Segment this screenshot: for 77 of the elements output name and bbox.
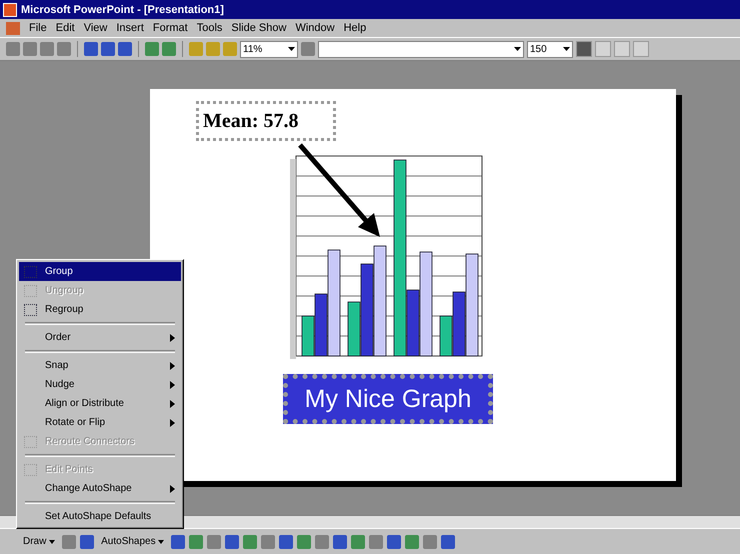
context-menu-item[interactable]: Group bbox=[19, 262, 181, 281]
toolbar-icon[interactable] bbox=[301, 42, 315, 56]
window-title: Microsoft PowerPoint - [Presentation1] bbox=[21, 4, 224, 16]
shapes-icon bbox=[24, 436, 36, 448]
caret-icon bbox=[49, 540, 56, 544]
toolbar-icon[interactable] bbox=[6, 42, 20, 56]
menu-item[interactable]: Tools bbox=[196, 22, 222, 34]
draw-menu-button[interactable]: Draw bbox=[20, 535, 58, 548]
underline-button[interactable] bbox=[614, 41, 630, 57]
context-menu-item[interactable]: Set AutoShape Defaults bbox=[19, 507, 181, 526]
submenu-arrow-icon bbox=[170, 334, 175, 342]
drawing-tool-icon[interactable] bbox=[243, 534, 258, 548]
toolbar-icon[interactable] bbox=[40, 42, 54, 56]
toolbar-icon[interactable] bbox=[101, 42, 115, 56]
caret-icon bbox=[288, 47, 295, 51]
context-menu-item[interactable]: Order bbox=[19, 328, 181, 347]
menu-item[interactable]: Insert bbox=[116, 22, 144, 34]
drawing-tool-icon[interactable] bbox=[441, 534, 456, 548]
toolbar-icon[interactable] bbox=[84, 42, 98, 56]
bold-button[interactable] bbox=[576, 41, 592, 57]
drawing-tool-icon[interactable] bbox=[279, 534, 294, 548]
drawing-tool-icon[interactable] bbox=[333, 534, 348, 548]
drawing-tool-icon[interactable] bbox=[225, 534, 240, 548]
shadow-button[interactable] bbox=[633, 41, 649, 57]
caret-icon bbox=[563, 47, 570, 51]
toolbar-icon[interactable] bbox=[118, 42, 132, 56]
shapes-icon bbox=[24, 266, 36, 278]
toolbar-icon[interactable] bbox=[162, 42, 176, 56]
zoom-dropdown[interactable]: 11% bbox=[240, 40, 298, 58]
shapes-icon bbox=[24, 464, 36, 476]
menu-item[interactable]: Format bbox=[152, 22, 188, 34]
submenu-arrow-icon bbox=[170, 380, 175, 388]
menu-item[interactable]: Help bbox=[344, 22, 366, 34]
toolbar-icon[interactable] bbox=[145, 42, 159, 56]
drawing-tool-icon[interactable] bbox=[189, 534, 204, 548]
context-menu-item[interactable]: Nudge bbox=[19, 375, 181, 394]
drawing-tool-icon[interactable] bbox=[405, 534, 420, 548]
menu-item[interactable]: Window bbox=[295, 22, 335, 34]
submenu-arrow-icon bbox=[170, 484, 175, 492]
drawing-tool-icon[interactable] bbox=[387, 534, 402, 548]
app-icon bbox=[3, 2, 17, 16]
caret-icon bbox=[158, 540, 164, 544]
drawing-tool-icon[interactable] bbox=[261, 534, 276, 548]
toolbar-icon[interactable] bbox=[57, 42, 71, 56]
rotate-icon[interactable] bbox=[80, 534, 94, 548]
italic-button[interactable] bbox=[595, 41, 611, 57]
shapes-icon bbox=[24, 284, 36, 296]
context-menu-item[interactable]: Change AutoShape bbox=[19, 479, 181, 498]
drawing-tool-icon[interactable] bbox=[423, 534, 438, 548]
context-menu-item[interactable]: Align or Distribute bbox=[19, 394, 181, 413]
document-icon bbox=[6, 22, 20, 34]
drawing-tool-icon[interactable] bbox=[315, 534, 330, 548]
menu-item[interactable]: Slide Show bbox=[231, 22, 286, 34]
context-menu-item[interactable]: Rotate or Flip bbox=[19, 413, 181, 432]
autoshapes-menu-button[interactable]: AutoShapes bbox=[98, 535, 168, 548]
font-size-dropdown[interactable]: 150 bbox=[527, 40, 573, 58]
menu-item[interactable]: File bbox=[29, 22, 47, 34]
shapes-icon bbox=[24, 304, 36, 316]
caret-icon bbox=[514, 47, 521, 51]
drawing-tool-icon[interactable] bbox=[171, 534, 186, 548]
drawing-tool-icon[interactable] bbox=[351, 534, 366, 548]
submenu-arrow-icon bbox=[170, 362, 175, 370]
drawing-tool-icon[interactable] bbox=[297, 534, 312, 548]
submenu-arrow-icon bbox=[170, 400, 175, 408]
arrow[interactable] bbox=[298, 143, 380, 237]
pointer-icon[interactable] bbox=[62, 534, 76, 548]
graph-title-box[interactable]: My Nice Graph bbox=[283, 374, 493, 424]
context-menu-item[interactable]: Regroup bbox=[19, 300, 181, 319]
drawing-tool-icon[interactable] bbox=[207, 534, 222, 548]
submenu-arrow-icon bbox=[170, 418, 175, 426]
font-dropdown[interactable] bbox=[318, 40, 524, 58]
drawing-tool-icon[interactable] bbox=[369, 534, 384, 548]
menu-item[interactable]: Edit bbox=[56, 22, 75, 34]
toolbar-icon[interactable] bbox=[23, 42, 37, 56]
menu-item[interactable]: View bbox=[84, 22, 108, 34]
context-menu-item[interactable]: Snap bbox=[19, 356, 181, 375]
mean-text-box[interactable]: Mean: 57.8 bbox=[196, 101, 336, 141]
